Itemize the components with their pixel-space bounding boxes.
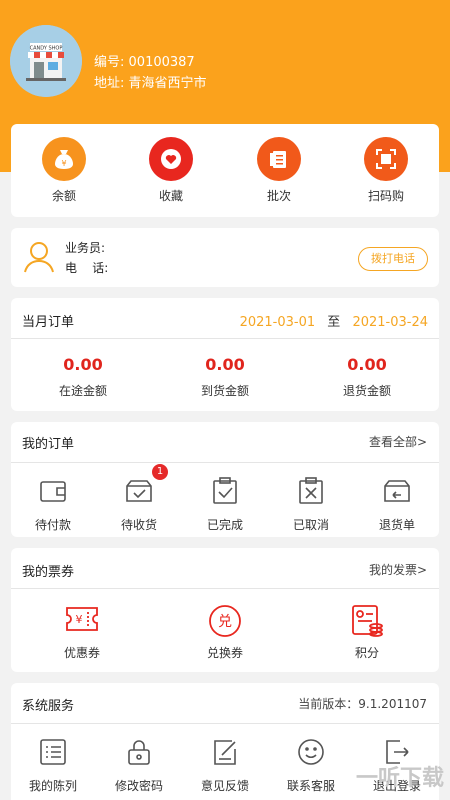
- coupon-icon: ¥: [66, 607, 98, 631]
- wallet-icon: [40, 481, 66, 502]
- order-cancelled[interactable]: 已取消: [277, 476, 345, 533]
- services-title: 系统服务: [22, 699, 75, 714]
- order-label: 待付款: [34, 518, 71, 532]
- stat-value: 0.00: [63, 355, 103, 374]
- date-from[interactable]: 2021-03-01: [240, 315, 316, 330]
- view-all-orders-link[interactable]: 查看全部>: [369, 433, 427, 450]
- quick-action-favorites[interactable]: 收藏: [138, 137, 204, 204]
- address-value: 青海省西宁市: [128, 76, 207, 91]
- exchange-glyph: 兑: [218, 614, 232, 630]
- coupon-discount[interactable]: ¥ 优惠券: [48, 604, 116, 661]
- watermark: 一听下载: [355, 766, 444, 791]
- order-pending-receipt[interactable]: 1 待收货: [105, 464, 173, 533]
- code-label: 编号:: [94, 55, 125, 70]
- service-label: 联系客服: [286, 779, 335, 793]
- stat-arrived[interactable]: 0.00 到货金额: [175, 355, 275, 399]
- version-info: 当前版本：9.1.201107: [298, 697, 427, 711]
- stat-value: 0.00: [205, 355, 245, 374]
- date-to[interactable]: 2021-03-24: [352, 315, 428, 330]
- my-orders-card: 我的订单 查看全部> 待付款 1 待收货 已完成 已取消 退货单: [11, 422, 439, 537]
- lock-icon: [128, 740, 150, 765]
- clipboard-x-icon: [299, 477, 323, 504]
- list-icon: [257, 137, 301, 181]
- order-returns[interactable]: 退货单: [363, 476, 431, 533]
- date-range[interactable]: 2021-03-01 至 2021-03-24: [240, 311, 428, 330]
- stat-label: 在途金额: [58, 384, 107, 398]
- stat-returned[interactable]: 0.00 退货金额: [317, 355, 417, 399]
- quick-action-batch[interactable]: 批次: [246, 137, 312, 204]
- feedback-icon: [214, 740, 236, 765]
- person-icon: [24, 242, 54, 273]
- divider: [11, 338, 439, 339]
- exchange-icon: 兑: [209, 605, 241, 637]
- order-label: 退货单: [378, 518, 415, 532]
- order-completed[interactable]: 已完成: [191, 476, 259, 533]
- scan-icon: [364, 137, 408, 181]
- service-my-display[interactable]: 我的陈列: [19, 737, 87, 794]
- stat-value: 0.00: [347, 355, 387, 374]
- monthly-orders-title: 当月订单: [22, 315, 75, 330]
- shop-profile: CANDY SHOP 编号: 00100387 地址: 青海省西宁市: [0, 18, 450, 108]
- divider: [11, 588, 439, 589]
- service-contact-support[interactable]: 联系客服: [277, 737, 345, 794]
- coupons-card: 我的票券 我的发票> ¥ 优惠券 兑 兑换券 积分: [11, 548, 439, 672]
- divider: [11, 462, 439, 463]
- address-label: 地址:: [94, 76, 125, 91]
- my-invoices-link[interactable]: 我的发票>: [369, 561, 427, 578]
- coupon-exchange[interactable]: 兑 兑换券: [191, 604, 259, 661]
- coupon-glyph: ¥: [76, 613, 83, 626]
- quick-action-balance[interactable]: ¥ 余额: [31, 137, 97, 204]
- service-label: 意见反馈: [200, 779, 249, 793]
- quick-action-label: 收藏: [158, 189, 183, 203]
- stat-label: 退货金额: [342, 384, 391, 398]
- shop-avatar[interactable]: CANDY SHOP: [10, 25, 82, 97]
- divider: [11, 723, 439, 724]
- service-change-password[interactable]: 修改密码: [105, 737, 173, 794]
- display-list-icon: [40, 739, 66, 765]
- coupon-points[interactable]: 积分: [333, 604, 401, 661]
- coupon-label: 兑换券: [206, 646, 243, 660]
- return-box-icon: [384, 480, 410, 502]
- date-to-label: 至: [327, 315, 341, 330]
- order-label: 已取消: [292, 518, 329, 532]
- box-icon: [126, 480, 152, 502]
- salesman-phone-label: 电 话:: [65, 261, 109, 275]
- money-bag-icon: ¥: [42, 137, 86, 181]
- monthly-orders-card: 当月订单 2021-03-01 至 2021-03-24 0.00 在途金额 0…: [11, 298, 439, 411]
- shop-sign-text: CANDY SHOP: [30, 46, 63, 52]
- heart-icon: [149, 137, 193, 181]
- salesman-card: 业务员: 电 话: 拨打电话: [11, 228, 439, 287]
- shop-storefront-icon: CANDY SHOP: [10, 25, 82, 97]
- code-value: 00100387: [128, 55, 195, 70]
- badge-count: 1: [152, 464, 168, 480]
- service-feedback[interactable]: 意见反馈: [191, 737, 259, 794]
- salesman-name-label: 业务员:: [65, 241, 106, 255]
- stat-label: 到货金额: [200, 384, 249, 398]
- quick-action-label: 批次: [266, 189, 291, 203]
- shop-info: 编号: 00100387 地址: 青海省西宁市: [94, 52, 207, 94]
- service-label: 我的陈列: [28, 779, 77, 793]
- quick-action-label: 扫码购: [367, 189, 404, 203]
- order-label: 已完成: [206, 518, 243, 532]
- call-button[interactable]: 拨打电话: [358, 247, 428, 271]
- order-pending-payment[interactable]: 待付款: [19, 476, 87, 533]
- quick-actions-card: ¥ 余额 收藏 批次 扫码购: [11, 124, 439, 217]
- smile-icon: [298, 739, 324, 765]
- money-glyph: ¥: [61, 159, 66, 168]
- quick-action-label: 余额: [51, 189, 76, 203]
- quick-action-scan[interactable]: 扫码购: [353, 137, 419, 204]
- coupon-label: 积分: [354, 646, 379, 660]
- coupons-title: 我的票券: [22, 565, 75, 580]
- my-orders-title: 我的订单: [22, 437, 75, 452]
- stat-in-transit[interactable]: 0.00 在途金额: [33, 355, 133, 399]
- points-icon: [352, 605, 383, 637]
- order-label: 待收货: [120, 518, 157, 532]
- clipboard-check-icon: [213, 477, 237, 504]
- service-label: 修改密码: [114, 779, 163, 793]
- coupon-label: 优惠券: [63, 646, 100, 660]
